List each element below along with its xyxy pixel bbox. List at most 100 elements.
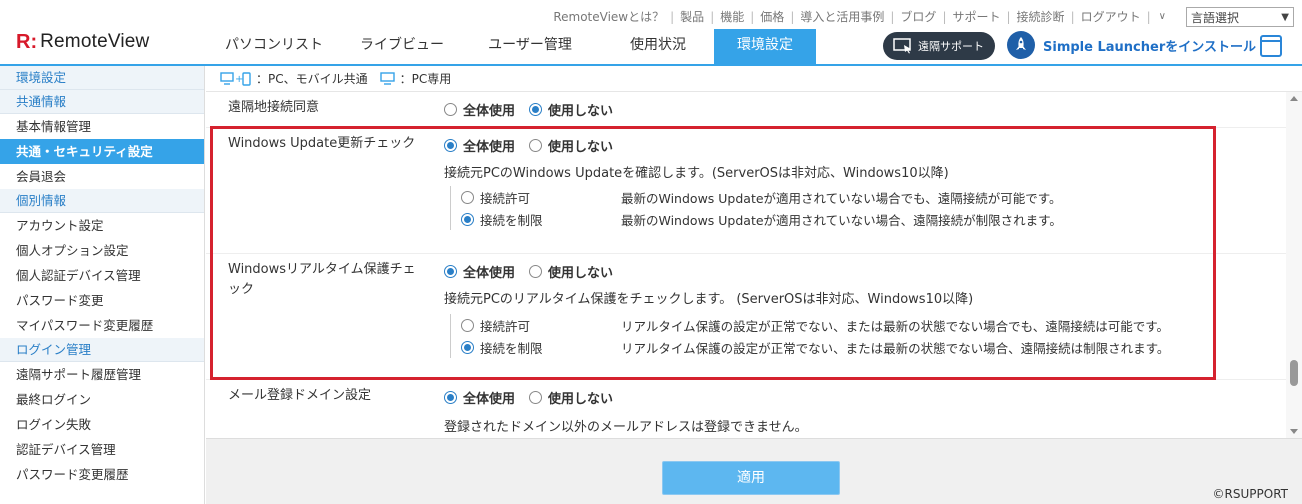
setting-description: 登録されたドメイン以外のメールアドレスは登録できません。 [444, 420, 808, 435]
link-products[interactable]: 製品 [680, 8, 704, 25]
link-features[interactable]: 機能 [720, 8, 744, 25]
tab-pc-list[interactable]: パソコンリスト [202, 29, 346, 64]
sidebar-item-password-change[interactable]: パスワード変更 [0, 288, 204, 313]
setting-label: 遠隔地接続同意 [228, 100, 320, 115]
link-logout[interactable]: ログアウト [1081, 8, 1141, 25]
option-label: 全体使用 [463, 140, 516, 155]
radio-icon[interactable] [529, 139, 543, 152]
option-label: 全体使用 [463, 266, 516, 281]
setting-options: 全体使用 使用しない [444, 100, 627, 119]
link-support[interactable]: サポート [952, 8, 1000, 25]
sub-option-restrict[interactable]: 接続を制限 最新のWindows Updateが適用されていない場合、遠隔接続が… [461, 208, 1062, 230]
scroll-down-icon[interactable] [1290, 429, 1298, 434]
radio-icon[interactable] [444, 103, 457, 116]
option-label: 全体使用 [463, 392, 516, 407]
radio-icon[interactable] [529, 265, 543, 278]
language-select[interactable]: 言語選択 ▼ [1186, 7, 1294, 27]
setting-row-remote-consent: 遠隔地接続同意 全体使用 使用しない [206, 92, 1286, 128]
radio-icon[interactable] [444, 139, 457, 152]
sidebar-item-last-login[interactable]: 最終ログイン [0, 387, 204, 412]
rocket-icon [1007, 31, 1035, 59]
sidebar-item-security-settings[interactable]: 共通・セキュリティ設定 [0, 139, 204, 164]
sub-option-restrict[interactable]: 接続を制限 リアルタイム保護の設定が正常でない、または最新の状態でない場合、遠隔… [461, 336, 1169, 358]
sidebar-item-basic-info[interactable]: 基本情報管理 [0, 114, 204, 139]
top-header: R: RemoteView RemoteViewとは？ | 製品 | 機能 | 価格 |… [0, 0, 1302, 64]
pc-mobile-icon: + [220, 71, 252, 86]
sub-option-allow[interactable]: 接続許可 リアルタイム保護の設定が正常でない、または最新の状態でない場合でも、遠… [461, 314, 1169, 336]
device-legend: + ：PC、モバイル共通 ：PC専用 [206, 66, 1302, 92]
option-label: 使用しない [548, 266, 614, 281]
setting-description: 接続元PCのWindows Updateを確認します。(ServerOSは非対応… [444, 166, 949, 181]
radio-icon[interactable] [529, 103, 543, 116]
option-all[interactable]: 全体使用 [444, 388, 515, 407]
sub-option-label: 接続を制限 [480, 340, 543, 356]
setting-label: Windows Update更新チェック [228, 136, 416, 151]
option-all[interactable]: 全体使用 [444, 100, 515, 119]
radio-icon[interactable] [461, 340, 474, 354]
scroll-up-icon[interactable] [1290, 96, 1298, 101]
apply-button[interactable]: 適用 [662, 461, 840, 495]
option-none[interactable]: 使用しない [529, 136, 613, 155]
setting-row-realtime-protection: Windowsリアルタイム保護チェ ック 全体使用 使用しない 接続元PCのリア… [206, 254, 1286, 380]
main-nav: パソコンリスト ライブビュー ユーザー管理 使用状況 環境設定 [202, 29, 816, 64]
remoteview-logo[interactable]: R: RemoteView [16, 30, 149, 54]
sidebar: 環境設定 共通情報 基本情報管理 共通・セキュリティ設定 会員退会 個別情報 ア… [0, 66, 205, 504]
link-diagnosis[interactable]: 接続診断 [1017, 8, 1065, 25]
copyright: ©RSUPPORT [1212, 487, 1288, 501]
radio-icon[interactable] [529, 391, 543, 404]
option-label: 全体使用 [463, 104, 516, 119]
option-none[interactable]: 使用しない [529, 262, 613, 281]
sidebar-item-password-history[interactable]: パスワード変更履歴 [0, 462, 204, 487]
sidebar-item-my-password-history[interactable]: マイパスワード変更履歴 [0, 313, 204, 338]
link-blog[interactable]: ブログ [900, 8, 936, 25]
tab-settings[interactable]: 環境設定 [714, 29, 816, 64]
sidebar-item-account-settings[interactable]: アカウント設定 [0, 213, 204, 238]
language-select-value: 言語選択 [1191, 10, 1240, 25]
sidebar-item-login-failure[interactable]: ログイン失敗 [0, 412, 204, 437]
link-cases[interactable]: 導入と活用事例 [800, 8, 884, 25]
setting-label: Windowsリアルタイム保護チェ ック [228, 260, 428, 300]
window-icon[interactable] [1260, 35, 1282, 57]
monitor-cursor-icon [893, 38, 911, 54]
legend-pc-only-label: ：PC専用 [399, 72, 452, 86]
scroll-thumb[interactable] [1290, 360, 1298, 386]
tab-usage[interactable]: 使用状況 [602, 29, 714, 64]
setting-label-line2: ック [228, 282, 255, 297]
sidebar-section-individual: 個別情報 [0, 189, 204, 213]
setting-row-mail-domain: メール登録ドメイン設定 全体使用 使用しない 登録されたドメイン以外のメールアド… [206, 380, 1286, 438]
remote-support-button[interactable]: 遠隔サポート [883, 32, 995, 60]
setting-description: 接続元PCのリアルタイム保護をチェックします。 (ServerOSは非対応、Wi… [444, 292, 974, 307]
radio-icon[interactable] [461, 212, 474, 226]
option-all[interactable]: 全体使用 [444, 136, 515, 155]
sub-option-desc: 最新のWindows Updateが適用されていない場合でも、遠隔接続が可能です… [621, 190, 1062, 206]
option-none[interactable]: 使用しない [529, 388, 613, 407]
sub-option-desc: 最新のWindows Updateが適用されていない場合、遠隔接続が制限されます… [621, 212, 1062, 228]
content-scrollbar[interactable] [1286, 92, 1302, 438]
pc-icon [379, 71, 396, 86]
radio-icon[interactable] [461, 318, 474, 332]
link-pricing[interactable]: 価格 [760, 8, 784, 25]
option-label: 使用しない [548, 104, 614, 119]
radio-icon[interactable] [444, 265, 457, 278]
radio-icon[interactable] [444, 391, 457, 404]
simple-launcher-install[interactable]: Simple Launcherをインストール [1007, 31, 1256, 59]
sidebar-item-withdraw[interactable]: 会員退会 [0, 164, 204, 189]
chevron-down-icon[interactable]: ∨ [1159, 11, 1166, 22]
settings-content: 遠隔地接続同意 全体使用 使用しない Windows Update更新チェック … [206, 92, 1286, 438]
sidebar-item-personal-options[interactable]: 個人オプション設定 [0, 238, 204, 263]
sub-option-allow[interactable]: 接続許可 最新のWindows Updateが適用されていない場合でも、遠隔接続… [461, 186, 1062, 208]
sidebar-item-device-management[interactable]: 認証デバイス管理 [0, 437, 204, 462]
setting-label-line1: Windowsリアルタイム保護チェ [228, 262, 416, 277]
sidebar-item-support-history[interactable]: 遠隔サポート履歴管理 [0, 362, 204, 387]
top-links: RemoteViewとは？ | 製品 | 機能 | 価格 | 導入と活用事例 | ブログ |… [553, 8, 1166, 25]
option-none[interactable]: 使用しない [529, 100, 613, 119]
sidebar-section-common: 共通情報 [0, 90, 204, 114]
option-label: 使用しない [548, 140, 614, 155]
sidebar-item-personal-devices[interactable]: 個人認証デバイス管理 [0, 263, 204, 288]
link-about[interactable]: RemoteViewとは？ [553, 8, 664, 25]
tab-live-view[interactable]: ライブビュー [346, 29, 458, 64]
radio-icon[interactable] [461, 190, 474, 204]
svg-text:+: + [235, 74, 243, 85]
tab-user-management[interactable]: ユーザー管理 [458, 29, 602, 64]
option-all[interactable]: 全体使用 [444, 262, 515, 281]
